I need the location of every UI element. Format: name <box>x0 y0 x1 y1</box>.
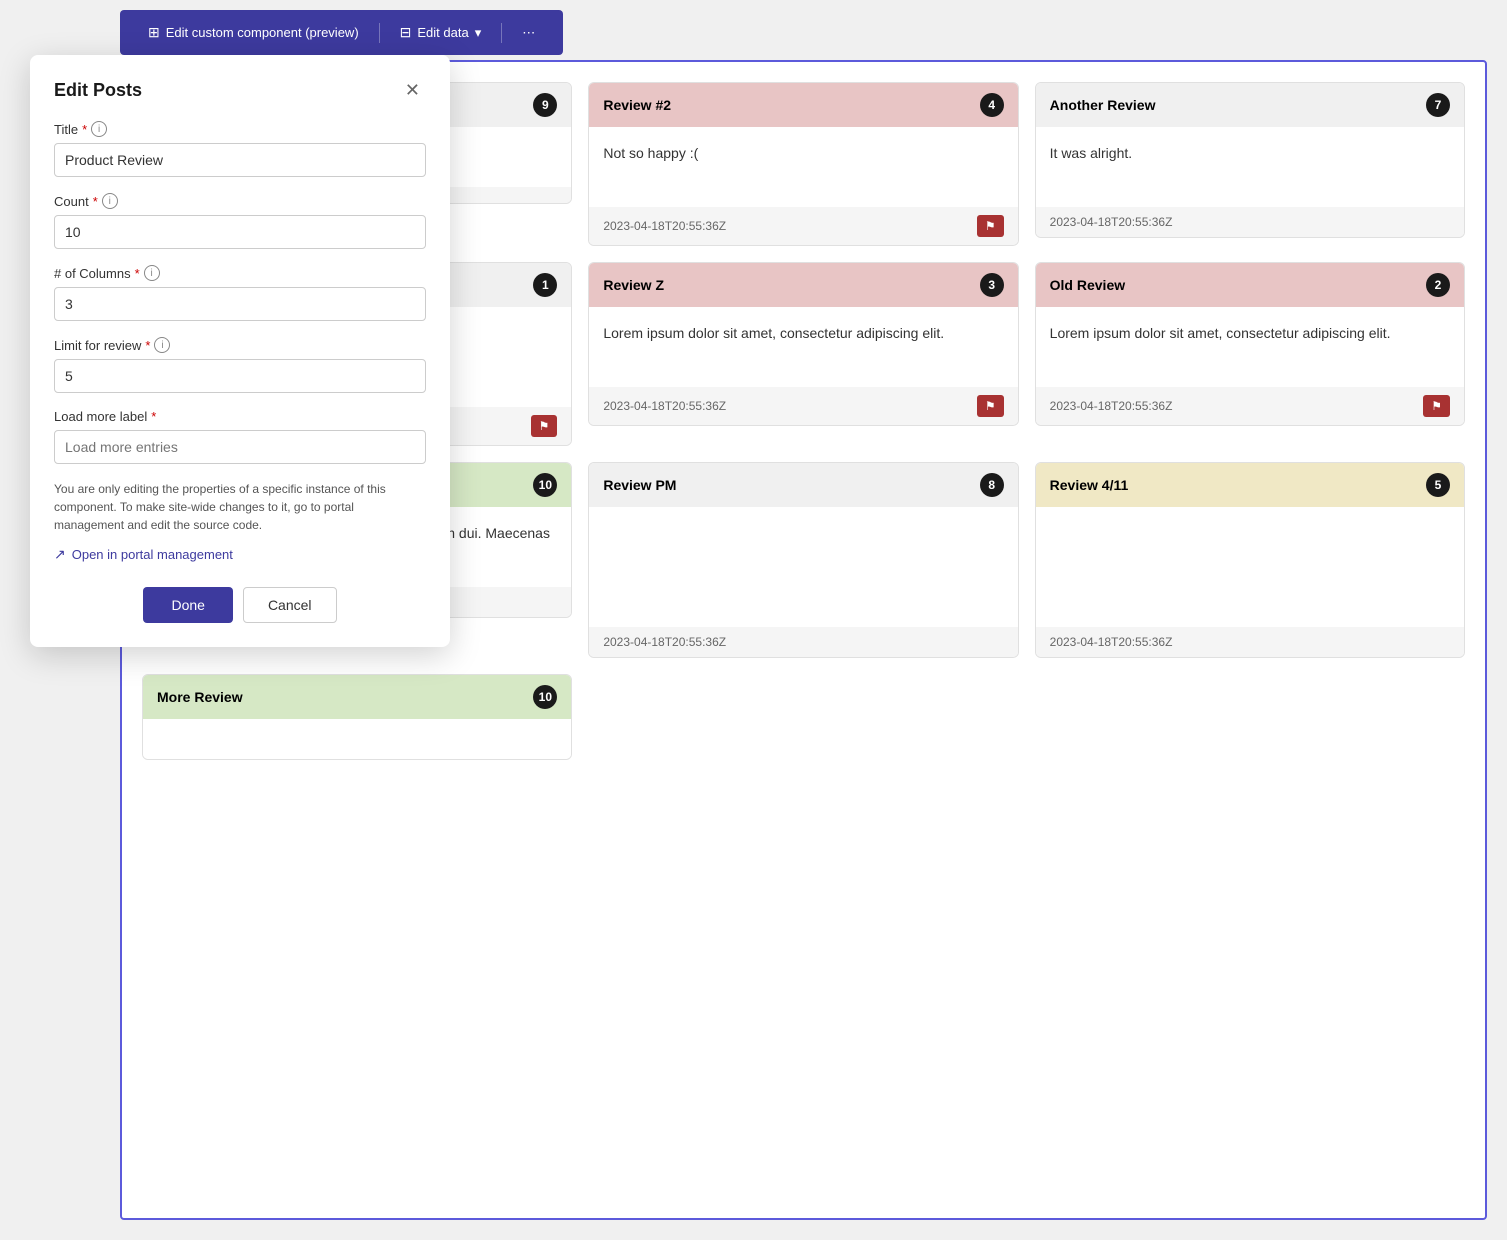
review-card-2: Review #2 4 Not so happy :( 2023-04-18T2… <box>588 82 1018 246</box>
card-badge: 1 <box>533 273 557 297</box>
card-title: Old Review <box>1050 277 1125 293</box>
toolbar-divider <box>379 23 380 43</box>
title-info-icon: i <box>91 121 107 137</box>
load-more-input[interactable] <box>54 430 426 464</box>
limit-field-group: Limit for review * i <box>54 337 426 393</box>
count-label: Count * i <box>54 193 426 209</box>
more-options-button[interactable]: ⋯ <box>510 19 547 47</box>
card-badge: 7 <box>1426 93 1450 117</box>
portal-management-link[interactable]: ↗ Open in portal management <box>54 546 426 563</box>
card-footer: 2023-04-18T20:55:36Z ⚑ <box>589 207 1017 245</box>
card-date: 2023-04-18T20:55:36Z <box>1050 215 1173 229</box>
external-link-icon: ↗ <box>54 546 66 563</box>
card-title: Another Review <box>1050 97 1156 113</box>
required-marker: * <box>82 122 87 137</box>
component-icon: ⊞ <box>148 24 160 41</box>
flag-button[interactable]: ⚑ <box>531 415 558 437</box>
count-info-icon: i <box>102 193 118 209</box>
flag-button[interactable]: ⚑ <box>977 215 1004 237</box>
columns-field-group: # of Columns * i <box>54 265 426 321</box>
count-input[interactable] <box>54 215 426 249</box>
chevron-down-icon: ▾ <box>475 25 482 41</box>
flag-button[interactable]: ⚑ <box>1423 395 1450 417</box>
limit-input[interactable] <box>54 359 426 393</box>
columns-label: # of Columns * i <box>54 265 426 281</box>
old-review-card: Old Review 2 Lorem ipsum dolor sit amet,… <box>1035 262 1465 446</box>
required-marker: * <box>151 409 156 424</box>
card-header: Another Review 7 <box>1036 83 1464 127</box>
edit-posts-modal: Edit Posts ✕ Title * i Count * i # of C <box>30 55 450 647</box>
card-title: Review Z <box>603 277 664 293</box>
card-title: Review 4/11 <box>1050 477 1129 493</box>
close-modal-button[interactable]: ✕ <box>399 79 426 101</box>
card-badge: 10 <box>533 685 557 709</box>
columns-input[interactable] <box>54 287 426 321</box>
modal-header: Edit Posts ✕ <box>54 79 426 101</box>
card-body <box>1036 507 1464 627</box>
review-411-card: Review 4/11 5 2023-04-18T20:55:36Z <box>1035 462 1465 658</box>
toolbar: ⊞ Edit custom component (preview) ⊟ Edit… <box>120 10 563 55</box>
card-badge: 9 <box>533 93 557 117</box>
modal-note: You are only editing the properties of a… <box>54 480 426 534</box>
card-body: Lorem ipsum dolor sit amet, consectetur … <box>1036 307 1464 387</box>
columns-info-icon: i <box>144 265 160 281</box>
card-footer: 2023-04-18T20:55:36Z ⚑ <box>1036 387 1464 425</box>
limit-label: Limit for review * i <box>54 337 426 353</box>
edit-custom-component-button[interactable]: ⊞ Edit custom component (preview) <box>136 18 371 47</box>
card-badge: 4 <box>980 93 1004 117</box>
card-footer: 2023-04-18T20:55:36Z <box>589 627 1017 657</box>
review-pm-card: Review PM 8 2023-04-18T20:55:36Z <box>588 462 1018 658</box>
card-badge: 10 <box>533 473 557 497</box>
card-date: 2023-04-18T20:55:36Z <box>603 635 726 649</box>
data-icon: ⊟ <box>400 24 412 41</box>
card-body: It was alright. <box>1036 127 1464 207</box>
card-header: Review Z 3 <box>589 263 1017 307</box>
card-header: Review 4/11 5 <box>1036 463 1464 507</box>
card-body: Lorem ipsum dolor sit amet, consectetur … <box>589 307 1017 387</box>
card-body <box>589 507 1017 627</box>
toolbar-divider-2 <box>501 23 502 43</box>
cancel-button[interactable]: Cancel <box>243 587 337 623</box>
card-badge: 2 <box>1426 273 1450 297</box>
card-title: More Review <box>157 689 243 705</box>
required-marker: * <box>145 338 150 353</box>
another-review-card: Another Review 7 It was alright. 2023-04… <box>1035 82 1465 246</box>
title-field-group: Title * i <box>54 121 426 177</box>
card-badge: 5 <box>1426 473 1450 497</box>
load-more-field-group: Load more label * <box>54 409 426 464</box>
required-marker: * <box>135 266 140 281</box>
card-date: 2023-04-18T20:55:36Z <box>1050 399 1173 413</box>
card-badge: 3 <box>980 273 1004 297</box>
card-header: More Review 10 <box>143 675 571 719</box>
card-body <box>143 719 571 759</box>
load-more-label: Load more label * <box>54 409 426 424</box>
more-icon: ⋯ <box>522 25 535 41</box>
title-input[interactable] <box>54 143 426 177</box>
card-header: Review #2 4 <box>589 83 1017 127</box>
card-body: Not so happy :( <box>589 127 1017 207</box>
modal-overlay: Edit Posts ✕ Title * i Count * i # of C <box>30 55 450 647</box>
edit-data-button[interactable]: ⊟ Edit data ▾ <box>388 18 494 47</box>
review-z-card: Review Z 3 Lorem ipsum dolor sit amet, c… <box>588 262 1018 446</box>
card-date: 2023-04-18T20:55:36Z <box>1050 635 1173 649</box>
title-label: Title * i <box>54 121 426 137</box>
card-date: 2023-04-18T20:55:36Z <box>603 219 726 233</box>
limit-info-icon: i <box>154 337 170 353</box>
card-header: Review PM 8 <box>589 463 1017 507</box>
card-footer: 2023-04-18T20:55:36Z <box>1036 207 1464 237</box>
modal-title: Edit Posts <box>54 80 142 101</box>
card-header: Old Review 2 <box>1036 263 1464 307</box>
count-field-group: Count * i <box>54 193 426 249</box>
more-review-card: More Review 10 <box>142 674 572 760</box>
card-title: Review #2 <box>603 97 671 113</box>
card-badge: 8 <box>980 473 1004 497</box>
card-date: 2023-04-18T20:55:36Z <box>603 399 726 413</box>
required-marker: * <box>93 194 98 209</box>
modal-actions: Done Cancel <box>54 587 426 623</box>
flag-button[interactable]: ⚑ <box>977 395 1004 417</box>
card-footer: 2023-04-18T20:55:36Z ⚑ <box>589 387 1017 425</box>
card-title: Review PM <box>603 477 676 493</box>
card-footer: 2023-04-18T20:55:36Z <box>1036 627 1464 657</box>
done-button[interactable]: Done <box>143 587 232 623</box>
